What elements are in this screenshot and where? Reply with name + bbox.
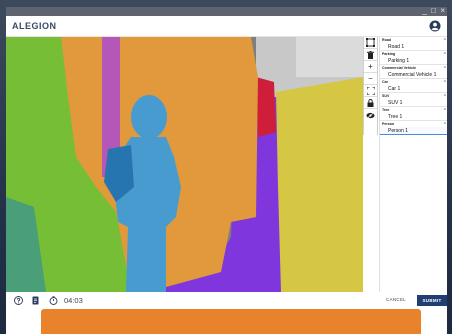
- segmented-street-photo[interactable]: [6, 37, 363, 292]
- chevron-up-icon[interactable]: ^: [444, 51, 446, 57]
- task-timer: 04:03: [64, 296, 83, 305]
- help-icon[interactable]: [14, 296, 23, 305]
- group-car: Car ^ Car 1: [380, 79, 447, 93]
- group-road: Road ^ Road 1: [380, 37, 447, 51]
- group-person: Person ^ Person 1: [380, 121, 447, 135]
- list-item[interactable]: Tree 1: [380, 113, 447, 121]
- zoom-out-icon[interactable]: −: [364, 73, 377, 85]
- submit-button[interactable]: SUBMIT: [417, 295, 447, 306]
- group-suv: SUV ^ SUV 1: [380, 93, 447, 107]
- select-region-icon[interactable]: [364, 37, 377, 49]
- fit-screen-icon[interactable]: [364, 85, 377, 97]
- app-header: ALEGION: [6, 16, 447, 37]
- group-parking: Parking ^ Parking 1: [380, 51, 447, 65]
- chevron-up-icon[interactable]: ^: [444, 93, 446, 99]
- minimize-button[interactable]: _: [423, 7, 427, 16]
- chevron-up-icon[interactable]: ^: [444, 79, 446, 85]
- orange-banner: [41, 309, 421, 334]
- group-tree: Tree ^ Tree 1: [380, 107, 447, 121]
- group-header[interactable]: Commercial Vehicle ^: [380, 65, 447, 71]
- list-item[interactable]: Parking 1: [380, 57, 447, 65]
- chevron-up-icon[interactable]: ^: [444, 107, 446, 113]
- annotation-toolbar: + −: [363, 37, 378, 135]
- group-header[interactable]: SUV ^: [380, 93, 447, 99]
- zoom-in-icon[interactable]: +: [364, 61, 377, 73]
- list-item[interactable]: Car 1: [380, 85, 447, 93]
- delete-icon[interactable]: [364, 49, 377, 61]
- group-header[interactable]: Car ^: [380, 79, 447, 85]
- instructions-icon[interactable]: [31, 296, 40, 305]
- group-commercial-vehicle: Commercial Vehicle ^ Commercial Vehicle 1: [380, 65, 447, 79]
- hide-icon[interactable]: [364, 109, 377, 121]
- maximize-button[interactable]: □: [431, 7, 436, 16]
- lock-icon[interactable]: [364, 97, 377, 109]
- list-item[interactable]: Road 1: [380, 43, 447, 51]
- group-header[interactable]: Parking ^: [380, 51, 447, 57]
- list-item[interactable]: Commercial Vehicle 1: [380, 71, 447, 79]
- annotation-app-window: _ □ × ALEGION + − Road ^ Road 1 Parking …: [6, 7, 447, 334]
- chevron-up-icon[interactable]: ^: [444, 65, 446, 71]
- chevron-up-icon[interactable]: ^: [444, 121, 446, 127]
- window-titlebar: _ □ ×: [6, 7, 447, 16]
- user-account-icon[interactable]: [429, 20, 441, 32]
- list-item[interactable]: SUV 1: [380, 99, 447, 107]
- annotation-class-panel: Road ^ Road 1 Parking ^ Parking 1 Commerci…: [379, 37, 447, 292]
- chevron-up-icon[interactable]: ^: [444, 37, 446, 43]
- task-footer: 04:03 CANCEL SUBMIT: [6, 292, 447, 309]
- image-canvas[interactable]: [6, 37, 363, 292]
- group-header[interactable]: Tree ^: [380, 107, 447, 113]
- group-header[interactable]: Road ^: [380, 37, 447, 43]
- list-item-selected[interactable]: Person 1: [380, 127, 447, 135]
- alegion-logo: ALEGION: [12, 21, 57, 31]
- close-button[interactable]: ×: [440, 7, 445, 16]
- timer-icon: [49, 296, 58, 305]
- cancel-button[interactable]: CANCEL: [386, 297, 406, 302]
- bottom-area: [6, 309, 447, 334]
- group-header[interactable]: Person ^: [380, 121, 447, 127]
